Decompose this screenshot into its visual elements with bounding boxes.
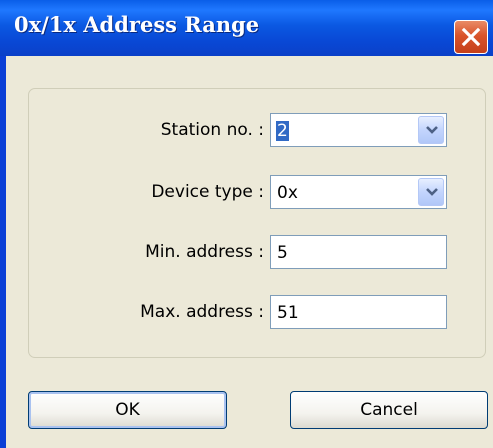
max-address-value: 51	[277, 303, 299, 323]
dialog-title: 0x/1x Address Range	[14, 12, 260, 37]
min-address-label: Min. address :	[145, 242, 264, 262]
max-address-label: Max. address :	[140, 302, 264, 322]
chevron-down-icon	[426, 126, 438, 134]
min-address-input[interactable]: 5	[270, 235, 447, 269]
device-type-dropdown-button[interactable]	[418, 178, 444, 206]
device-type-label: Device type :	[151, 182, 264, 202]
close-icon	[461, 27, 481, 47]
cancel-button[interactable]: Cancel	[290, 391, 488, 429]
dialog-body: Station no. : 2 Device type : 0x Min. ad…	[6, 56, 493, 448]
dialog-window: 0x/1x Address Range Station no. : 2 Devi…	[0, 0, 493, 448]
ok-button[interactable]: OK	[28, 391, 227, 429]
max-address-input[interactable]: 51	[270, 295, 447, 329]
title-bar[interactable]: 0x/1x Address Range	[0, 0, 493, 56]
station-combobox[interactable]: 2	[270, 113, 447, 147]
station-dropdown-button[interactable]	[418, 116, 444, 144]
station-label: Station no. :	[160, 120, 264, 140]
device-type-value: 0x	[277, 183, 298, 203]
device-type-combobox[interactable]: 0x	[270, 175, 447, 209]
chevron-down-icon	[426, 188, 438, 196]
min-address-value: 5	[277, 243, 288, 263]
close-button[interactable]	[454, 20, 488, 54]
station-value: 2	[276, 121, 289, 141]
